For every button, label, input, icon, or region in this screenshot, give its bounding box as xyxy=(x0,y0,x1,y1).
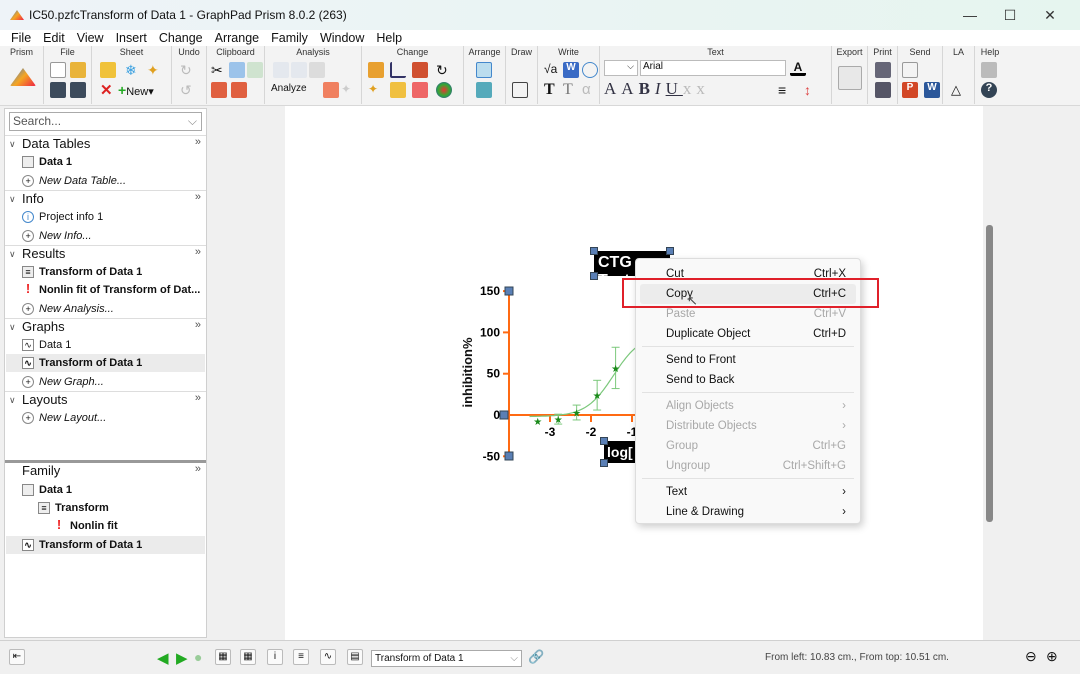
context-menu-item-duplicate-object[interactable]: Duplicate Object Ctrl+D xyxy=(666,324,846,344)
menu-item-label: Group xyxy=(666,440,698,452)
menu-separator xyxy=(642,478,854,479)
y-tick-label: -50 xyxy=(483,449,501,463)
data-point: ★ xyxy=(593,391,602,402)
menu-item-shortcut: Ctrl+D xyxy=(813,328,846,340)
selection-handle[interactable] xyxy=(590,247,598,255)
menu-item-label: Text xyxy=(666,486,688,498)
context-menu-item-send-to-front[interactable]: Send to Front xyxy=(666,350,846,370)
status-bar: ⇤ ◀ ▶ ● ▦ ▦ i ≡ ∿ ▤ Transform of Data 1 ⌵… xyxy=(0,640,1080,674)
chevron-right-icon: › xyxy=(842,420,846,432)
x-axis-title: log[ xyxy=(607,444,633,460)
y-tick-label: 100 xyxy=(480,325,500,339)
context-menu-item-line-drawing[interactable]: Line & Drawing › xyxy=(666,502,846,522)
fit-curve xyxy=(529,341,645,418)
chevron-right-icon: › xyxy=(842,486,846,498)
zoom-out-icon[interactable]: ⊖ xyxy=(1025,648,1037,665)
selection-handle xyxy=(504,286,514,296)
results-tab-icon[interactable]: ≡ xyxy=(293,649,309,665)
data-point: ★ xyxy=(533,417,542,428)
chevron-right-icon: › xyxy=(842,400,846,412)
menu-item-label: Line & Drawing xyxy=(666,506,744,518)
sheet-select[interactable]: Transform of Data 1 ⌵ xyxy=(371,650,522,667)
data-table-tab-icon[interactable]: ▦ xyxy=(240,649,256,665)
menu-item-label: Distribute Objects xyxy=(666,420,757,432)
mouse-cursor-icon: ↖ xyxy=(687,293,698,308)
selection-handle[interactable] xyxy=(666,247,674,255)
y-tick-label: 0 xyxy=(493,408,500,422)
info-tab-icon[interactable]: i xyxy=(267,649,283,665)
position-readout: From left: 10.83 cm., From top: 10.51 cm… xyxy=(765,652,949,663)
menu-separator xyxy=(642,346,854,347)
find-sheet-icon[interactable]: ● xyxy=(194,649,202,665)
graph-tab-icon[interactable]: ∿ xyxy=(320,649,336,665)
menu-separator xyxy=(642,392,854,393)
y-axis-title[interactable]: inhibition% xyxy=(460,315,475,430)
context-menu-item-distribute-objects[interactable]: Distribute Objects › xyxy=(666,416,846,436)
selection-handle[interactable] xyxy=(590,272,598,280)
highlight-annotation-box xyxy=(622,278,879,308)
selection-handle[interactable] xyxy=(600,459,608,467)
selection-handle xyxy=(504,451,514,461)
sheet-select-value: Transform of Data 1 xyxy=(375,653,464,664)
data-point: ★ xyxy=(611,364,620,375)
data-point: ★ xyxy=(554,415,563,426)
selection-handle xyxy=(499,410,509,420)
menu-item-label: Send to Front xyxy=(666,354,736,366)
menu-item-label: Align Objects xyxy=(666,400,734,412)
layout-tab-icon[interactable]: ▤ xyxy=(347,649,363,665)
chevron-down-icon: ⌵ xyxy=(510,653,518,664)
context-menu-item-group[interactable]: Group Ctrl+G xyxy=(666,436,846,456)
collapse-navigator-icon[interactable]: ⇤ xyxy=(9,649,25,665)
context-menu-item-send-to-back[interactable]: Send to Back xyxy=(666,370,846,390)
chevron-right-icon: › xyxy=(842,506,846,518)
y-tick-label: 150 xyxy=(480,284,500,298)
x-tick-label: -3 xyxy=(545,425,556,439)
x-tick-label: -2 xyxy=(586,425,597,439)
next-sheet-icon[interactable]: ▶ xyxy=(176,649,188,667)
context-menu-item-text[interactable]: Text › xyxy=(666,482,846,502)
data-point: ★ xyxy=(572,409,581,420)
menu-item-shortcut: Ctrl+G xyxy=(812,440,846,452)
graph-chart[interactable]: 150100500-50-3 -2 -1★ ★★★★ xyxy=(0,0,1080,674)
selection-handle[interactable] xyxy=(600,437,608,445)
context-menu-item-ungroup[interactable]: Ungroup Ctrl+Shift+G xyxy=(666,456,846,476)
link-icon[interactable]: 🔗 xyxy=(528,649,544,665)
menu-item-label: Send to Back xyxy=(666,374,735,386)
prev-sheet-icon[interactable]: ◀ xyxy=(157,649,169,667)
menu-item-label: Ungroup xyxy=(666,460,711,472)
menu-item-label: Duplicate Object xyxy=(666,328,751,340)
menu-item-shortcut: Ctrl+Shift+G xyxy=(782,460,846,472)
y-tick-label: 50 xyxy=(487,367,501,381)
calculator-icon[interactable]: ▦ xyxy=(215,649,231,665)
context-menu-item-align-objects[interactable]: Align Objects › xyxy=(666,396,846,416)
zoom-in-icon[interactable]: ⊕ xyxy=(1046,648,1058,665)
